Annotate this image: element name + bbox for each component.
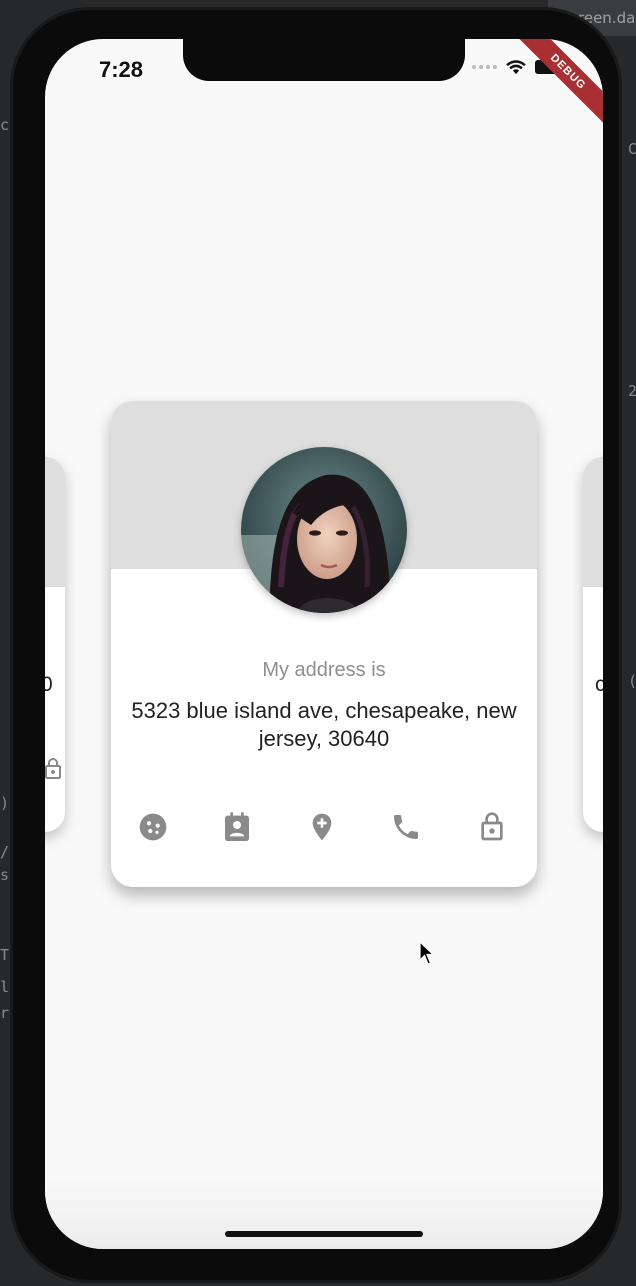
avatar-photo bbox=[241, 447, 407, 613]
wifi-icon bbox=[506, 60, 526, 75]
desktop-background: reen.da c 2 ) / s T l r ( C 7:28 DEBUG bbox=[0, 0, 636, 1286]
lock-icon[interactable] bbox=[476, 811, 508, 843]
phone-notch bbox=[183, 39, 465, 81]
card-value-text: 0 bbox=[45, 673, 53, 696]
next-card[interactable]: c-( ) bbox=[583, 457, 603, 832]
home-indicator[interactable] bbox=[225, 1231, 423, 1237]
map-pin-icon[interactable] bbox=[306, 811, 338, 843]
editor-fragment: T bbox=[0, 946, 10, 964]
editor-fragment: C bbox=[628, 140, 636, 158]
mouse-cursor-icon bbox=[419, 941, 435, 965]
card-header bbox=[583, 457, 603, 587]
phone-frame: 7:28 DEBUG 0 c My address is 5323 blue i… bbox=[10, 7, 622, 1283]
field-value: 5323 blue island ave, chesapeake, new je… bbox=[131, 698, 517, 751]
previous-card[interactable]: 0 bbox=[45, 457, 65, 832]
editor-fragment: c bbox=[0, 116, 10, 134]
card-header bbox=[45, 457, 65, 587]
bottom-fade bbox=[45, 1179, 603, 1249]
calendar-icon[interactable] bbox=[221, 811, 253, 843]
editor-fragment: 2 bbox=[628, 382, 636, 400]
card-value-text: c-( ) bbox=[595, 673, 603, 696]
lock-icon bbox=[45, 758, 61, 779]
phone-icon[interactable] bbox=[390, 811, 422, 843]
editor-fragment: / bbox=[0, 843, 10, 861]
profile-card[interactable]: My address is 5323 blue island ave, ches… bbox=[111, 401, 537, 887]
editor-fragment: s bbox=[0, 866, 10, 884]
field-caption: My address is bbox=[262, 659, 386, 681]
editor-fragment: ) bbox=[0, 794, 10, 812]
face-icon[interactable] bbox=[137, 811, 169, 843]
field-selector-row bbox=[111, 811, 537, 847]
cellular-signal-icon bbox=[472, 65, 497, 69]
phone-screen: 7:28 DEBUG 0 c My address is 5323 blue i… bbox=[45, 39, 603, 1249]
debug-banner: DEBUG bbox=[514, 39, 603, 126]
editor-fragment: ( bbox=[628, 672, 636, 690]
avatar bbox=[241, 447, 407, 613]
status-time: 7:28 bbox=[99, 57, 144, 82]
editor-fragment: l bbox=[0, 978, 10, 996]
editor-fragment: r bbox=[0, 1004, 10, 1022]
